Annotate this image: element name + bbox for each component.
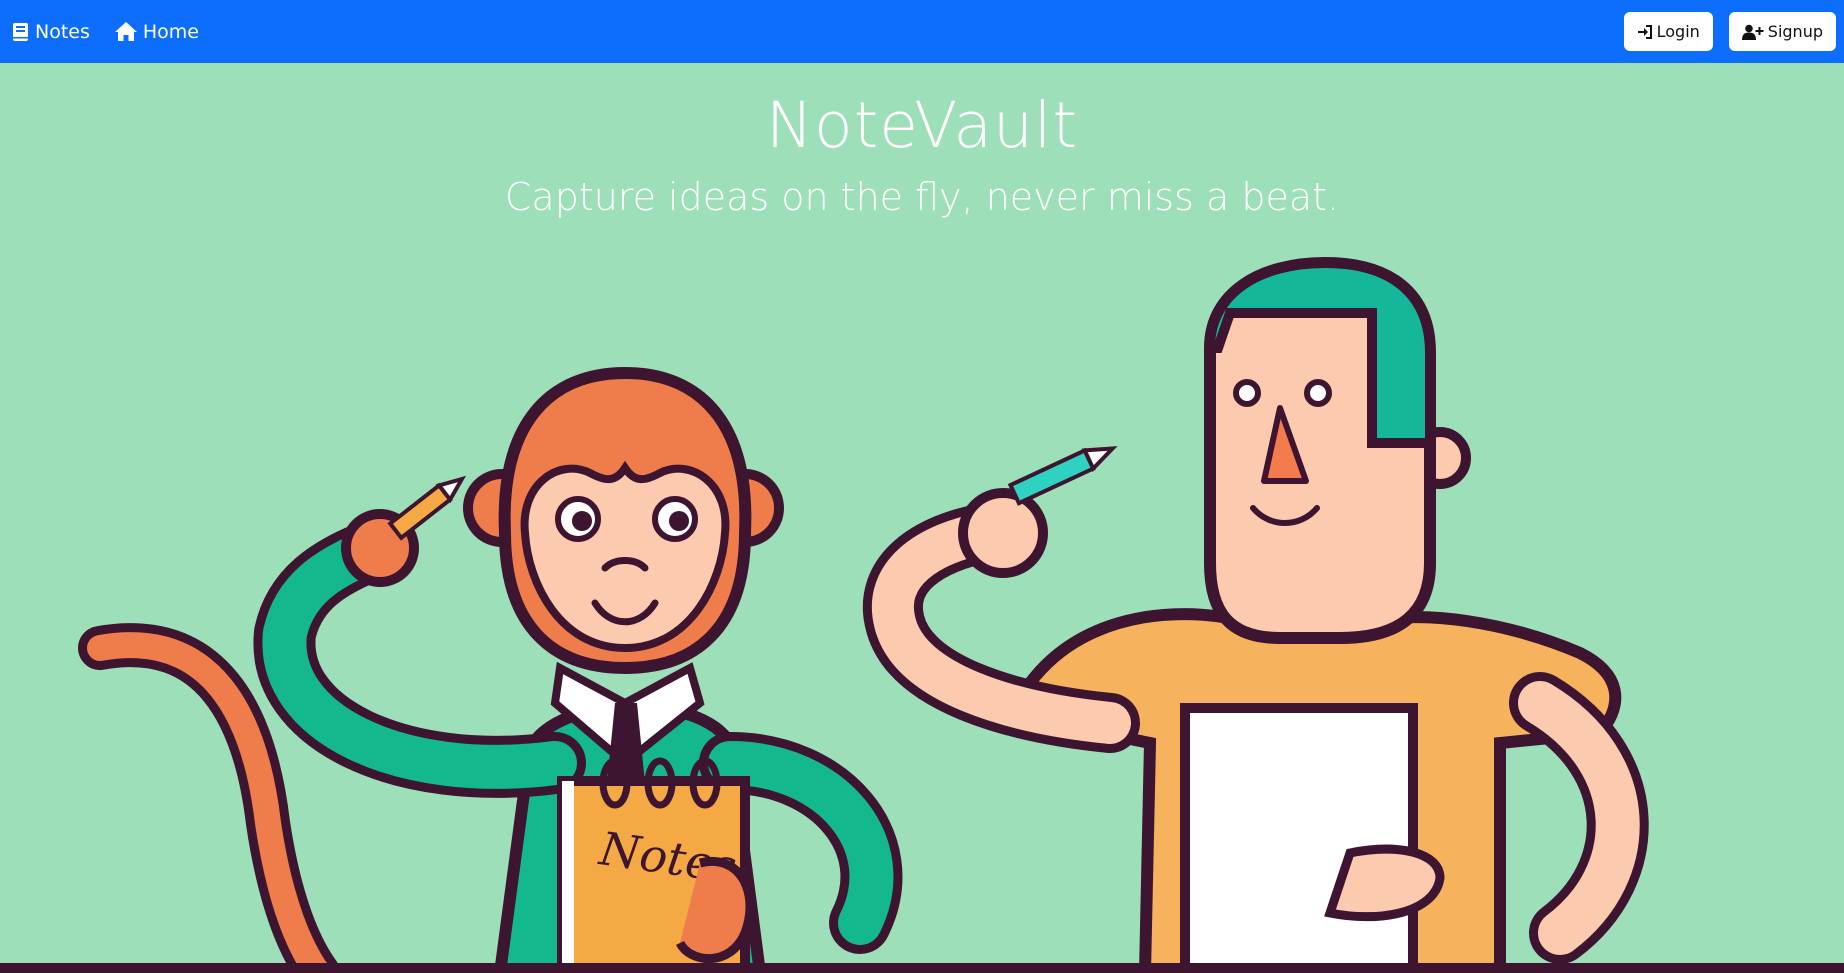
signup-label: Signup bbox=[1767, 22, 1823, 41]
user-plus-icon bbox=[1741, 24, 1764, 40]
hero-section: Notes NoteVault Capture ideas on the fly… bbox=[0, 63, 1844, 973]
book-icon bbox=[13, 22, 28, 41]
top-navbar: Notes Home Login Signup bbox=[0, 0, 1844, 63]
hero-title: NoteVault bbox=[765, 89, 1079, 162]
login-icon bbox=[1637, 24, 1652, 39]
signup-button[interactable]: Signup bbox=[1728, 12, 1836, 51]
home-icon bbox=[114, 22, 137, 41]
brand-label: Notes bbox=[35, 20, 90, 43]
nav-right-group: Login Signup bbox=[1623, 12, 1836, 51]
nav-left-group: Notes Home bbox=[12, 21, 223, 43]
brand-link[interactable]: Notes bbox=[12, 21, 90, 43]
home-label: Home bbox=[142, 20, 199, 43]
login-button[interactable]: Login bbox=[1623, 12, 1713, 51]
home-link[interactable]: Home bbox=[114, 21, 199, 43]
hero-tagline: Capture ideas on the fly, never miss a b… bbox=[504, 175, 1340, 219]
login-label: Login bbox=[1656, 22, 1700, 41]
